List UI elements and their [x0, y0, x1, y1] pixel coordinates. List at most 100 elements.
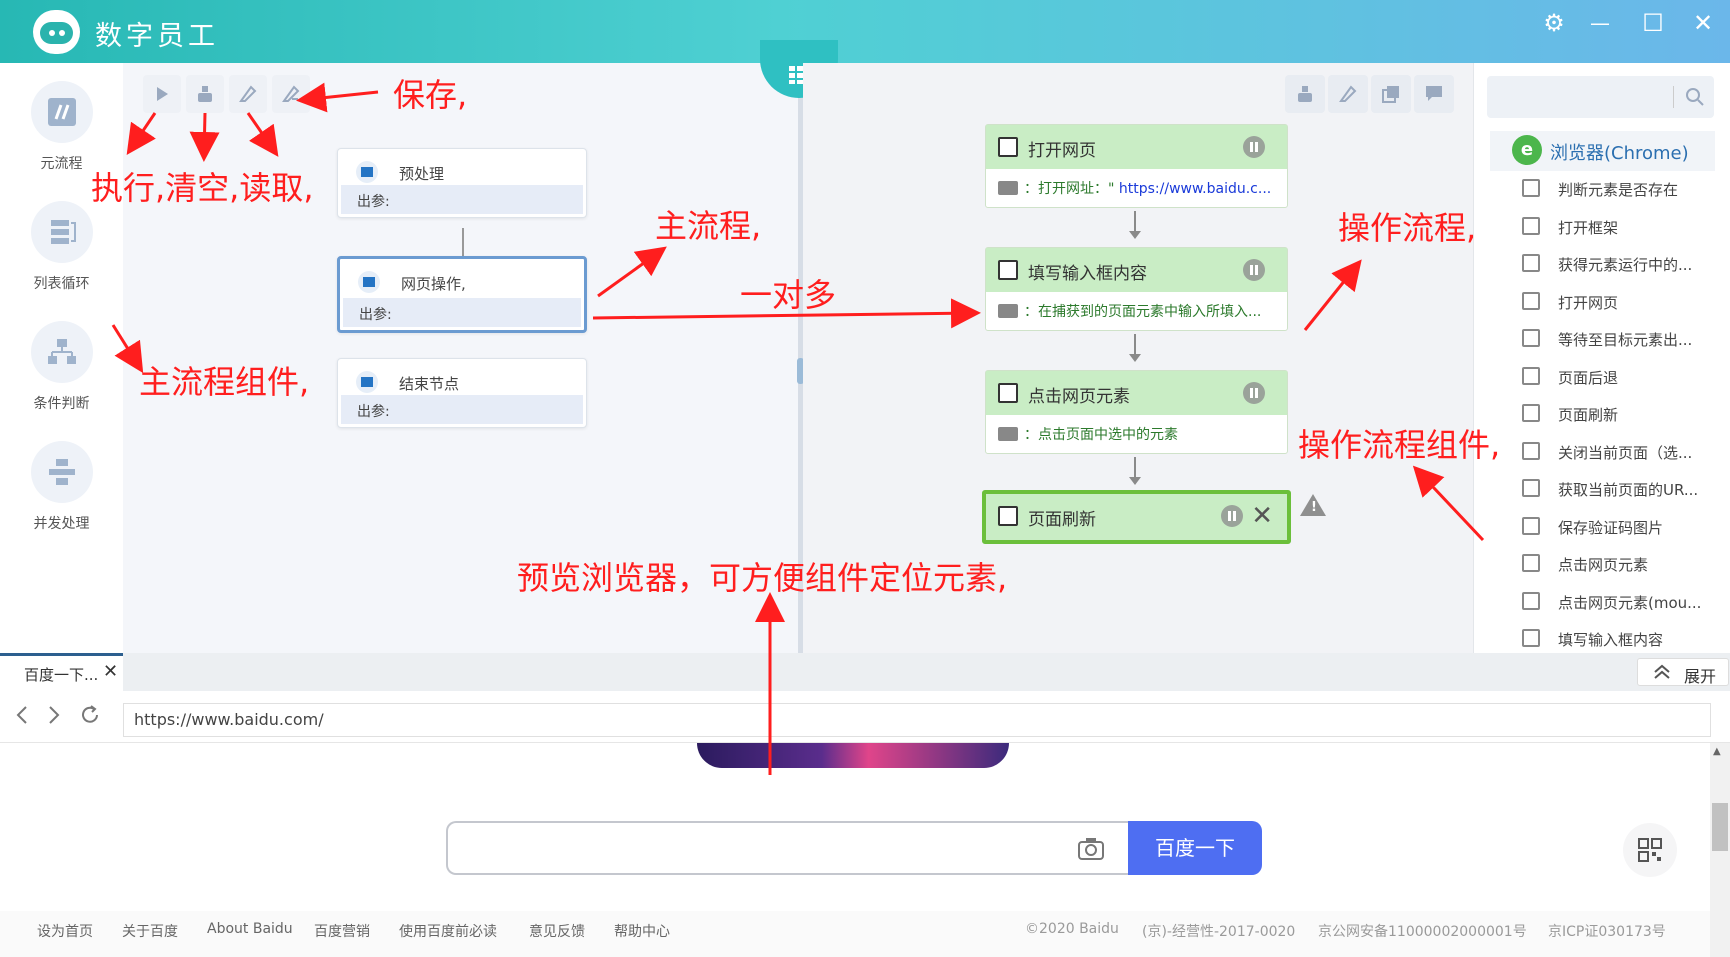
node-title: 预处理	[399, 165, 445, 183]
category-title: 浏览器(Chrome)	[1550, 143, 1689, 164]
footer-link[interactable]: 意见反馈	[529, 921, 585, 941]
component-item[interactable]: 判断元素是否存在	[1516, 175, 1716, 205]
baidu-search-input[interactable]	[446, 821, 1130, 875]
browser-tab[interactable]: 百度一下... ✕	[0, 653, 123, 691]
annotation-main-flow: 主流程,	[655, 207, 762, 245]
captcha-image-icon	[1522, 517, 1540, 535]
footer-link[interactable]: About Baidu	[207, 921, 293, 937]
component-search-input[interactable]	[1487, 76, 1714, 118]
op-comment-button[interactable]	[1414, 75, 1454, 113]
component-item[interactable]: 点击网页元素	[1516, 550, 1716, 580]
reload-icon[interactable]	[76, 701, 104, 729]
delete-node-icon[interactable]: ✕	[1251, 502, 1273, 530]
qr-code-icon	[1638, 838, 1662, 862]
scroll-up-icon[interactable]: ▲	[1713, 746, 1721, 757]
component-item[interactable]: 打开网页	[1516, 288, 1716, 318]
component-item[interactable]: 关闭当前页面（选...	[1516, 438, 1716, 468]
component-meta-flow[interactable]: 元流程	[0, 81, 123, 173]
op-node-header: 打开网页	[986, 125, 1287, 169]
page-refresh-icon	[1522, 404, 1540, 422]
condition-icon	[30, 321, 93, 383]
annotation-preview-browser: 预览浏览器，可方便组件定位元素,	[517, 559, 1008, 597]
op-node-header: 点击网页元素	[986, 371, 1287, 415]
op-node-desc: ：点击页面中选中的元素	[998, 424, 1279, 444]
clear-button[interactable]	[186, 75, 224, 113]
frame-icon	[1522, 217, 1540, 235]
footer-link[interactable]: 关于百度	[122, 921, 178, 941]
flow-arrow	[1129, 457, 1141, 485]
scrollbar-thumb[interactable]	[1712, 803, 1728, 851]
camera-icon[interactable]	[1078, 837, 1104, 861]
qr-code-button[interactable]	[1623, 823, 1677, 877]
flow-node-web-operation[interactable]: 网页操作, 出参:	[337, 256, 587, 333]
pause-icon[interactable]	[1243, 136, 1265, 158]
op-node-open-webpage[interactable]: 打开网页 ：打开网址：" https://www.baidu.c...	[985, 124, 1288, 208]
click-element-icon	[1522, 554, 1540, 572]
op-node-fill-input[interactable]: 填写输入框内容 ：在捕获到的页面元素中输入所填入...	[985, 247, 1288, 331]
settings-icon[interactable]: ⚙	[1534, 6, 1574, 40]
browser-tab-bar	[0, 653, 1730, 691]
list-loop-icon	[30, 201, 93, 263]
node-icon	[356, 371, 378, 393]
minimize-button[interactable]: —	[1580, 6, 1620, 40]
footer-link[interactable]: 使用百度前必读	[399, 921, 497, 941]
component-parallel[interactable]: 并发处理	[0, 441, 123, 533]
footer-link[interactable]: 帮助中心	[614, 921, 670, 941]
node-icon	[356, 161, 378, 183]
forward-icon[interactable]	[40, 701, 68, 729]
component-item[interactable]: 等待至目标元素出...	[1516, 325, 1716, 355]
address-bar[interactable]: https://www.baidu.com/	[123, 703, 1711, 737]
expand-button[interactable]: 展开	[1637, 658, 1729, 686]
pause-icon[interactable]	[1243, 259, 1265, 281]
component-item[interactable]: 保存验证码图片	[1516, 513, 1716, 543]
click-element-mouse-icon	[1522, 592, 1540, 610]
op-node-page-refresh[interactable]: 页面刷新 ✕	[982, 490, 1291, 544]
footer-link[interactable]: 设为首页	[37, 921, 93, 941]
component-condition[interactable]: 条件判断	[0, 321, 123, 413]
param-icon	[998, 304, 1018, 318]
back-icon[interactable]	[8, 701, 36, 729]
read-icon	[239, 85, 257, 102]
component-item[interactable]: 点击网页元素(mou...	[1516, 588, 1716, 618]
refresh-page-icon	[998, 506, 1018, 526]
pause-icon[interactable]	[1221, 505, 1243, 527]
component-label: 列表循环	[33, 276, 90, 292]
annotation-toolbar: 执行,清空,读取,	[91, 169, 314, 207]
pause-icon[interactable]	[1243, 382, 1265, 404]
component-item[interactable]: 获取当前页面的UR...	[1516, 475, 1716, 505]
save-button[interactable]	[272, 75, 310, 113]
op-node-desc-text: ：打开网址："	[1024, 181, 1115, 197]
execute-button[interactable]	[143, 75, 181, 113]
flow-node-end[interactable]: 结束节点 出参:	[337, 358, 587, 428]
tab-close-icon[interactable]: ✕	[103, 661, 118, 682]
get-url-icon	[1522, 479, 1540, 497]
meta-flow-icon	[30, 81, 93, 143]
op-copy-button[interactable]	[1371, 75, 1411, 113]
op-node-click-element[interactable]: 点击网页元素 ：点击页面中选中的元素	[985, 370, 1288, 454]
baidu-search-button[interactable]: 百度一下	[1128, 821, 1262, 875]
baidu-doodle-image[interactable]	[697, 743, 1009, 768]
component-item[interactable]: 获得元素运行中的...	[1516, 250, 1716, 280]
component-category-header[interactable]: e 浏览器(Chrome)	[1490, 131, 1715, 171]
maximize-button[interactable]: ☐	[1633, 6, 1673, 40]
component-item[interactable]: 填写输入框内容	[1516, 625, 1716, 655]
flow-node-preprocess[interactable]: 预处理 出参:	[337, 148, 587, 218]
search-icon[interactable]	[1685, 87, 1705, 107]
read-button[interactable]	[229, 75, 267, 113]
op-node-desc: ：打开网址：" https://www.baidu.c...	[998, 178, 1279, 198]
main-flow-component-panel: 元流程 列表循环 条件判断 并发处理	[0, 63, 123, 653]
annotation-save: 保存,	[393, 76, 468, 114]
expand-label: 展开	[1684, 667, 1717, 686]
footer-license: (京)-经营性-2017-0020	[1142, 924, 1296, 940]
op-node-title: 填写输入框内容	[1028, 264, 1147, 284]
op-node-desc-text: ：点击页面中选中的元素	[1024, 427, 1178, 443]
app-window: 数字员工 ⚙ — ☐ ✕ 元流程 列表循环 条件判断 并发处理 预处理 出参: …	[0, 0, 1730, 957]
close-button[interactable]: ✕	[1683, 6, 1723, 40]
component-item[interactable]: 打开框架	[1516, 213, 1716, 243]
footer-link[interactable]: 百度营销	[314, 921, 370, 941]
op-edit-button[interactable]	[1328, 75, 1368, 113]
component-item[interactable]: 页面后退	[1516, 363, 1716, 393]
component-item[interactable]: 页面刷新	[1516, 400, 1716, 430]
component-list-loop[interactable]: 列表循环	[0, 201, 123, 293]
op-clear-button[interactable]	[1285, 75, 1325, 113]
